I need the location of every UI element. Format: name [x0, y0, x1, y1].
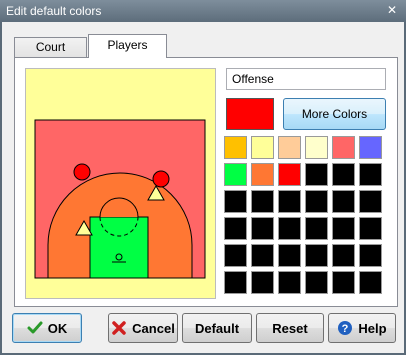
palette-swatch[interactable]	[305, 244, 328, 267]
tab-court[interactable]: Court	[14, 37, 87, 57]
reset-button-label: Reset	[272, 320, 308, 336]
palette-swatch[interactable]	[224, 163, 247, 186]
palette-swatch[interactable]	[305, 217, 328, 240]
court-preview[interactable]	[25, 68, 216, 299]
palette-swatch[interactable]	[278, 163, 301, 186]
palette-swatch[interactable]	[251, 190, 274, 213]
palette-swatch[interactable]	[224, 217, 247, 240]
default-button[interactable]: Default	[182, 313, 252, 343]
cancel-button[interactable]: Cancel	[108, 313, 178, 343]
default-button-label: Default	[194, 320, 240, 336]
palette-swatch[interactable]	[251, 271, 274, 294]
palette-swatch[interactable]	[359, 271, 382, 294]
palette-swatch[interactable]	[332, 190, 355, 213]
palette-swatch[interactable]	[359, 217, 382, 240]
palette-swatch[interactable]	[278, 217, 301, 240]
palette-swatch[interactable]	[305, 163, 328, 186]
cross-icon	[112, 321, 126, 335]
window-title: Edit default colors	[6, 4, 102, 18]
offense-player-2[interactable]	[152, 170, 170, 188]
palette-swatch[interactable]	[224, 244, 247, 267]
help-button[interactable]: ? Help	[328, 313, 396, 343]
help-button-label: Help	[358, 320, 387, 336]
palette-swatch[interactable]	[359, 244, 382, 267]
palette-swatch[interactable]	[359, 190, 382, 213]
palette-swatch[interactable]	[332, 244, 355, 267]
palette-swatch[interactable]	[305, 190, 328, 213]
palette-swatch[interactable]	[332, 271, 355, 294]
palette-swatch[interactable]	[224, 271, 247, 294]
palette-swatch[interactable]	[359, 163, 382, 186]
palette-swatch[interactable]	[251, 163, 274, 186]
palette-swatch[interactable]	[278, 136, 301, 159]
tab-players[interactable]: Players	[88, 34, 167, 58]
palette-swatch[interactable]	[359, 136, 382, 159]
button-bar: OK Cancel Default Reset ? Help	[2, 313, 404, 349]
key-area	[89, 216, 149, 279]
palette-swatch[interactable]	[332, 217, 355, 240]
svg-text:?: ?	[342, 323, 349, 335]
checkmark-icon	[27, 321, 43, 334]
dialog-body: Court Players Offense More Colors OK Can…	[2, 22, 404, 353]
palette-swatch[interactable]	[278, 190, 301, 213]
ok-button-label: OK	[47, 320, 68, 336]
more-colors-button[interactable]: More Colors	[283, 98, 386, 130]
palette-swatch[interactable]	[332, 136, 355, 159]
reset-button[interactable]: Reset	[256, 313, 324, 343]
ok-button[interactable]: OK	[12, 313, 82, 343]
current-color-swatch[interactable]	[226, 98, 274, 130]
close-icon[interactable]: ✕	[384, 2, 400, 18]
color-palette	[224, 136, 388, 300]
palette-swatch[interactable]	[278, 244, 301, 267]
palette-swatch[interactable]	[278, 271, 301, 294]
players-panel: Offense More Colors	[14, 57, 398, 307]
palette-swatch[interactable]	[251, 136, 274, 159]
palette-swatch[interactable]	[224, 190, 247, 213]
palette-swatch[interactable]	[305, 136, 328, 159]
title-bar: Edit default colors ✕	[0, 0, 406, 22]
palette-swatch[interactable]	[224, 136, 247, 159]
palette-swatch[interactable]	[332, 163, 355, 186]
palette-swatch[interactable]	[251, 244, 274, 267]
player-name-field[interactable]: Offense	[226, 68, 386, 90]
help-icon: ?	[338, 321, 353, 335]
palette-swatch[interactable]	[251, 217, 274, 240]
palette-swatch[interactable]	[305, 271, 328, 294]
court-diagram	[34, 119, 206, 279]
cancel-button-label: Cancel	[132, 320, 175, 336]
offense-player-1[interactable]	[73, 163, 91, 181]
